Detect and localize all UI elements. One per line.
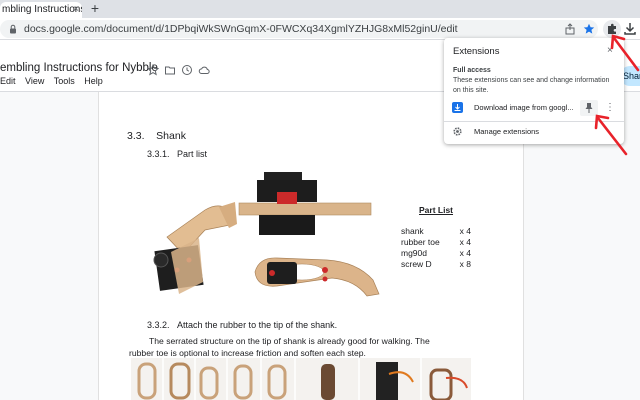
document-title[interactable]: embling Instructions for Nybble [0, 62, 158, 74]
manage-extensions-link[interactable]: Manage extensions [444, 123, 624, 141]
rubber-toe-photo-strip [131, 358, 471, 400]
part-qty: x 8 [459, 259, 471, 269]
menu-view[interactable]: View [25, 76, 44, 86]
bookmark-star-icon[interactable] [583, 23, 595, 35]
full-access-description: These extensions can see and change info… [453, 77, 610, 94]
tab-strip: mbling Instructions for Nybble × + [0, 0, 640, 18]
version-history-icon[interactable] [181, 64, 193, 76]
paragraph-line: The serrated structure on the tip of sha… [149, 336, 430, 346]
browser-tab[interactable]: mbling Instructions for Nybble × [0, 2, 82, 18]
download-icon[interactable] [622, 21, 638, 37]
part-qty: x 4 [459, 248, 471, 258]
star-icon[interactable] [147, 64, 159, 76]
popup-divider [444, 121, 624, 122]
url-text[interactable]: docs.google.com/document/d/1DPbqiWkSWnGq… [24, 20, 458, 38]
body-paragraph: The serrated structure on the tip of sha… [129, 335, 515, 359]
part-qty: x 4 [459, 237, 471, 247]
move-to-folder-icon[interactable] [164, 64, 176, 76]
address-bar[interactable]: docs.google.com/document/d/1DPbqiWkSWnGq… [0, 20, 598, 38]
part-row: rubber toe x 4 [401, 237, 471, 248]
gear-icon [453, 127, 462, 136]
manage-extensions-label: Manage extensions [474, 127, 540, 136]
part-name: screw D [401, 259, 432, 269]
extensions-button[interactable] [603, 20, 621, 38]
pin-extension-button[interactable] [580, 100, 598, 116]
puzzle-icon [608, 23, 616, 34]
menu-help[interactable]: Help [84, 76, 103, 86]
browser-toolbar: docs.google.com/document/d/1DPbqiWkSWnGq… [0, 18, 640, 40]
full-access-heading: Full access [453, 67, 491, 74]
part-row: shank x 4 [401, 226, 471, 237]
part-list: shank x 4 rubber toe x 4 mg90d x 4 screw D x… [401, 226, 471, 270]
cloud-saved-icon[interactable] [198, 64, 210, 76]
popup-close-icon[interactable]: × [607, 45, 613, 56]
extension-name: Download image from googl... [474, 103, 574, 112]
subsection-heading-part-list: 3.3.1. Part list [147, 149, 208, 159]
pin-icon [585, 103, 593, 113]
menu-tools[interactable]: Tools [54, 76, 75, 86]
part-name: shank [401, 226, 424, 236]
part-name: rubber toe [401, 237, 440, 247]
extension-item-download-image[interactable]: Download image from googl... ⋮ [444, 98, 624, 118]
section-heading: 3.3. Shank [127, 130, 186, 142]
subsection-heading-attach-rubber: 3.3.2. Attach the rubber to the tip of t… [147, 320, 338, 330]
part-qty: x 4 [459, 226, 471, 236]
menu-edit[interactable]: Edit [0, 76, 16, 86]
share-page-icon[interactable] [564, 23, 576, 35]
shank-assembly-illustration [153, 172, 380, 297]
part-row: screw D x 8 [401, 259, 471, 270]
extension-more-icon[interactable]: ⋮ [604, 98, 616, 118]
download-image-extension-icon [452, 102, 463, 113]
lock-icon[interactable] [8, 24, 18, 34]
popup-title: Extensions [453, 46, 500, 57]
new-tab-button[interactable]: + [88, 1, 102, 15]
part-row: mg90d x 4 [401, 248, 471, 259]
tab-close-icon[interactable]: × [70, 4, 82, 16]
docs-menubar: Edit View Tools Help [0, 76, 110, 86]
part-list-title: Part List [419, 205, 454, 215]
extensions-popup: Extensions × Full access These extension… [444, 38, 624, 144]
part-name: mg90d [401, 248, 427, 258]
